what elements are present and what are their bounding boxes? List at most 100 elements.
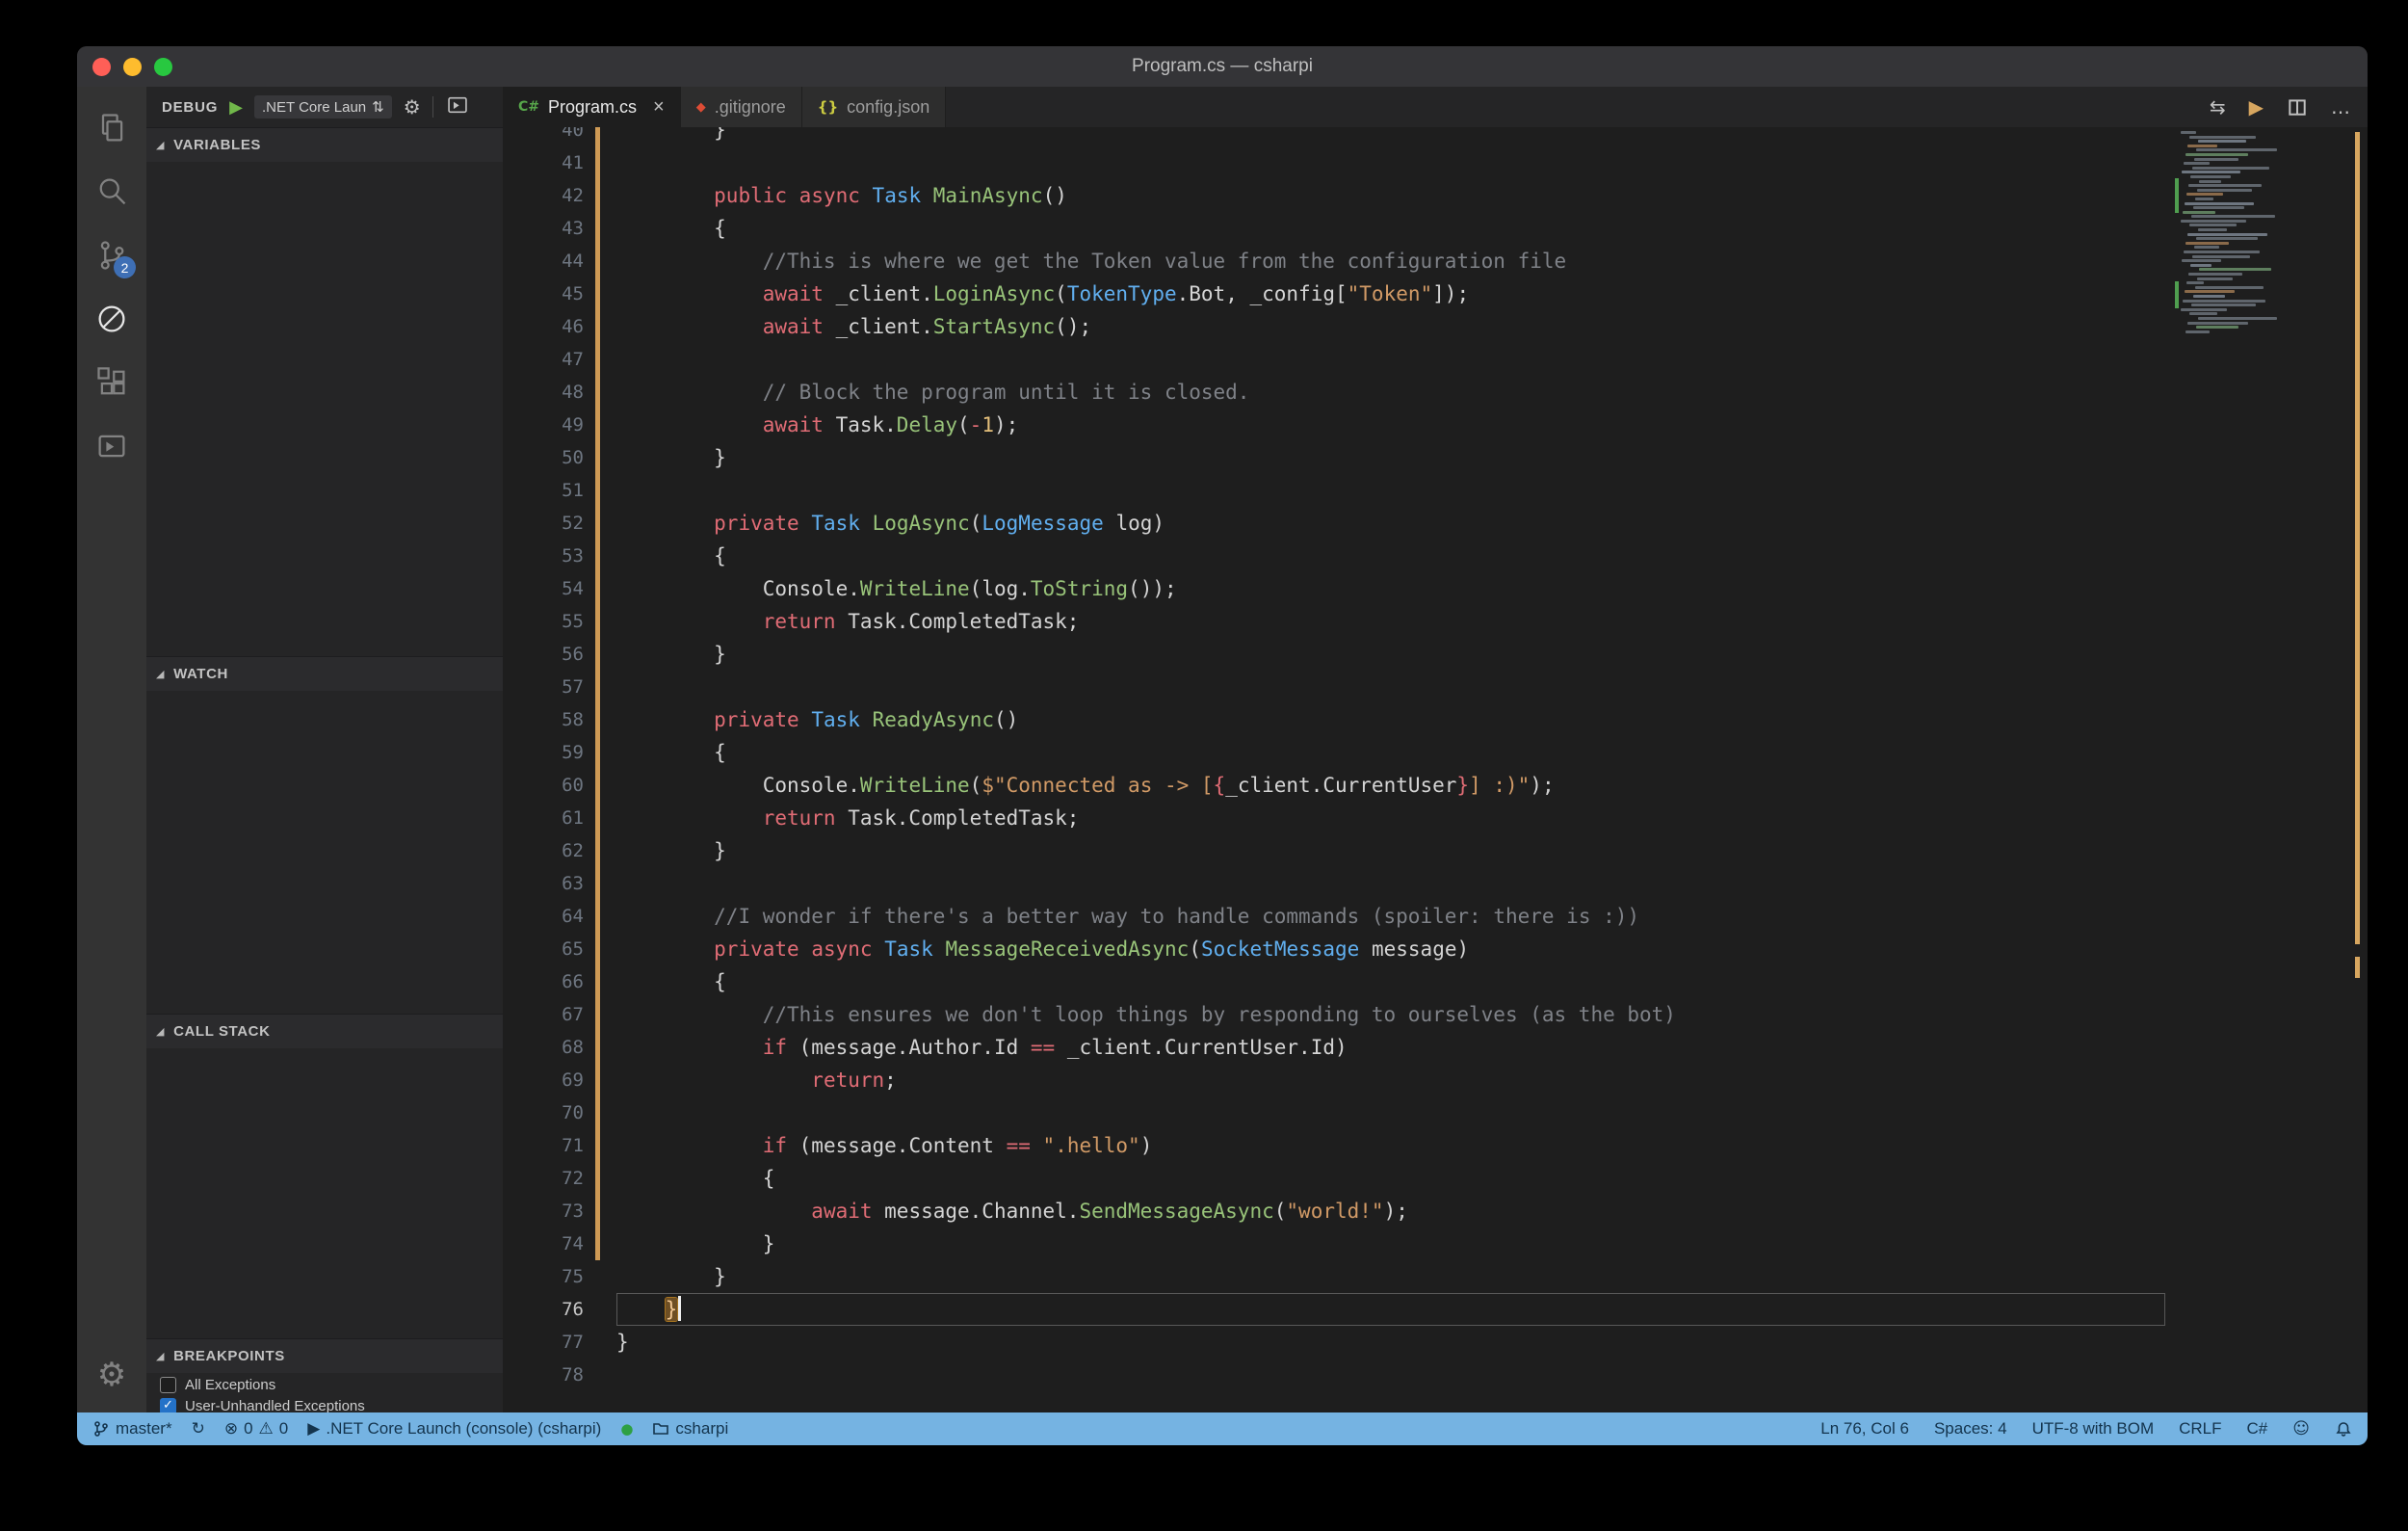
code-line-62[interactable]: 62 } bbox=[503, 834, 2368, 867]
sync-changes-icon[interactable]: ↻ bbox=[192, 1419, 205, 1439]
code-line-41[interactable]: 41 bbox=[503, 146, 2368, 179]
feedback-smiley-icon[interactable]: ☺ bbox=[2292, 1419, 2310, 1439]
code-line-52[interactable]: 52 private Task LogAsync(LogMessage log) bbox=[503, 507, 2368, 540]
code-line-53[interactable]: 53 { bbox=[503, 540, 2368, 572]
overview-ruler-mark bbox=[2355, 957, 2360, 978]
run-file-icon[interactable]: ▶ bbox=[2249, 95, 2264, 119]
code-text: return Task.CompletedTask; bbox=[616, 802, 1079, 834]
code-line-64[interactable]: 64 //I wonder if there's a better way to… bbox=[503, 900, 2368, 933]
code-text: await Task.Delay(-1); bbox=[616, 409, 1018, 441]
extensions-icon[interactable] bbox=[81, 351, 143, 414]
zoom-window-button[interactable] bbox=[154, 58, 172, 76]
cursor-position-status[interactable]: Ln 76, Col 6 bbox=[1820, 1419, 1909, 1439]
open-debug-console-icon[interactable] bbox=[445, 92, 470, 122]
code-line-42[interactable]: 42 public async Task MainAsync() bbox=[503, 179, 2368, 212]
close-tab-icon[interactable]: × bbox=[653, 96, 665, 119]
code-line-45[interactable]: 45 await _client.LoginAsync(TokenType.Bo… bbox=[503, 277, 2368, 310]
code-line-68[interactable]: 68 if (message.Author.Id == _client.Curr… bbox=[503, 1031, 2368, 1064]
section-label: VARIABLES bbox=[173, 137, 261, 153]
code-line-51[interactable]: 51 bbox=[503, 474, 2368, 507]
watch-section-header[interactable]: ◢ WATCH bbox=[146, 656, 503, 691]
call-stack-section-header[interactable]: ◢ CALL STACK bbox=[146, 1014, 503, 1048]
code-line-73[interactable]: 73 await message.Channel.SendMessageAsyn… bbox=[503, 1195, 2368, 1227]
indentation-status[interactable]: Spaces: 4 bbox=[1934, 1419, 2007, 1439]
code-line-67[interactable]: 67 //This ensures we don't loop things b… bbox=[503, 998, 2368, 1031]
eol-status[interactable]: CRLF bbox=[2179, 1419, 2221, 1439]
breakpoint-item-all-exceptions[interactable]: All Exceptions bbox=[146, 1375, 503, 1394]
configure-launch-gear-icon[interactable]: ⚙ bbox=[404, 95, 421, 119]
code-line-46[interactable]: 46 await _client.StartAsync(); bbox=[503, 310, 2368, 343]
launch-configuration-value: .NET Core Laun bbox=[262, 99, 366, 116]
code-line-57[interactable]: 57 bbox=[503, 671, 2368, 703]
code-line-56[interactable]: 56 } bbox=[503, 638, 2368, 671]
encoding-status[interactable]: UTF-8 with BOM bbox=[2032, 1419, 2155, 1439]
code-line-60[interactable]: 60 Console.WriteLine($"Connected as -> [… bbox=[503, 769, 2368, 802]
code-line-69[interactable]: 69 return; bbox=[503, 1064, 2368, 1096]
code-line-66[interactable]: 66 { bbox=[503, 965, 2368, 998]
code-line-77[interactable]: 77} bbox=[503, 1326, 2368, 1359]
explorer-icon[interactable] bbox=[81, 96, 143, 160]
search-icon[interactable] bbox=[81, 160, 143, 224]
source-control-icon[interactable]: 2 bbox=[81, 224, 143, 287]
collapse-triangle-icon: ◢ bbox=[156, 1350, 165, 1362]
tab-gitignore[interactable]: ◆ .gitignore bbox=[681, 87, 802, 127]
code-line-44[interactable]: 44 //This is where we get the Token valu… bbox=[503, 245, 2368, 277]
settings-gear-icon[interactable]: ⚙ bbox=[81, 1351, 143, 1399]
code-line-71[interactable]: 71 if (message.Content == ".hello") bbox=[503, 1129, 2368, 1162]
code-line-48[interactable]: 48 // Block the program until it is clos… bbox=[503, 376, 2368, 409]
code-line-55[interactable]: 55 return Task.CompletedTask; bbox=[503, 605, 2368, 638]
code-line-50[interactable]: 50 } bbox=[503, 441, 2368, 474]
code-line-49[interactable]: 49 await Task.Delay(-1); bbox=[503, 409, 2368, 441]
breakpoints-section-header[interactable]: ◢ BREAKPOINTS bbox=[146, 1338, 503, 1373]
launch-configuration-select[interactable]: .NET Core Laun ⇅ bbox=[254, 95, 392, 119]
debug-console-panel-icon[interactable] bbox=[81, 414, 143, 478]
code-line-74[interactable]: 74 } bbox=[503, 1227, 2368, 1260]
code-editor[interactable]: 40 }4142 public async Task MainAsync()43… bbox=[503, 127, 2368, 1412]
all-exceptions-checkbox[interactable] bbox=[160, 1377, 176, 1393]
code-line-54[interactable]: 54 Console.WriteLine(log.ToString()); bbox=[503, 572, 2368, 605]
close-window-button[interactable] bbox=[92, 58, 111, 76]
compare-changes-icon[interactable]: ⇆ bbox=[2210, 95, 2226, 119]
code-line-40[interactable]: 40 } bbox=[503, 127, 2368, 146]
collapse-triangle-icon: ◢ bbox=[156, 139, 165, 151]
launch-config-name: .NET Core Launch (console) (csharpi) bbox=[326, 1419, 601, 1439]
code-line-72[interactable]: 72 { bbox=[503, 1162, 2368, 1195]
code-line-61[interactable]: 61 return Task.CompletedTask; bbox=[503, 802, 2368, 834]
notifications-bell-icon[interactable] bbox=[2335, 1420, 2352, 1438]
git-branch-status[interactable]: master* bbox=[92, 1419, 172, 1439]
workspace-status[interactable]: csharpi bbox=[652, 1419, 728, 1439]
code-line-47[interactable]: 47 bbox=[503, 343, 2368, 376]
user-unhandled-exceptions-checkbox[interactable] bbox=[160, 1398, 176, 1413]
code-line-65[interactable]: 65 private async Task MessageReceivedAsy… bbox=[503, 933, 2368, 965]
line-number: 61 bbox=[503, 802, 584, 834]
tab-label: Program.cs bbox=[548, 97, 637, 118]
tab-config-json[interactable]: {} config.json bbox=[802, 87, 946, 127]
warning-count: 0 bbox=[279, 1419, 288, 1439]
start-debugging-button[interactable]: ▶ bbox=[229, 97, 243, 118]
code-line-43[interactable]: 43 { bbox=[503, 212, 2368, 245]
code-line-78[interactable]: 78 bbox=[503, 1359, 2368, 1391]
vscode-window: Program.cs — csharpi 2 bbox=[77, 46, 2368, 1445]
code-text: if (message.Content == ".hello") bbox=[616, 1129, 1152, 1162]
code-line-75[interactable]: 75 } bbox=[503, 1260, 2368, 1293]
minimap[interactable] bbox=[2177, 131, 2319, 334]
line-number: 40 bbox=[503, 127, 584, 146]
tab-program-cs[interactable]: C# Program.cs × bbox=[503, 87, 681, 127]
problems-status[interactable]: ⊗ 0 ⚠ 0 bbox=[224, 1419, 288, 1439]
minimize-window-button[interactable] bbox=[123, 58, 142, 76]
more-actions-icon[interactable]: … bbox=[2331, 95, 2350, 119]
code-line-58[interactable]: 58 private Task ReadyAsync() bbox=[503, 703, 2368, 736]
code-line-76[interactable]: 76 } bbox=[503, 1293, 2368, 1326]
code-text: } bbox=[616, 1293, 681, 1326]
code-line-59[interactable]: 59 { bbox=[503, 736, 2368, 769]
code-line-63[interactable]: 63 bbox=[503, 867, 2368, 900]
launch-config-status[interactable]: ▶ .NET Core Launch (console) (csharpi) bbox=[307, 1419, 601, 1439]
language-mode-status[interactable]: C# bbox=[2247, 1419, 2268, 1439]
breakpoint-item-user-unhandled[interactable]: User-Unhandled Exceptions bbox=[146, 1396, 503, 1412]
line-number: 44 bbox=[503, 245, 584, 277]
error-icon: ⊗ bbox=[224, 1419, 238, 1439]
variables-section-header[interactable]: ◢ VARIABLES bbox=[146, 127, 503, 162]
code-line-70[interactable]: 70 bbox=[503, 1096, 2368, 1129]
debug-icon[interactable] bbox=[81, 287, 143, 351]
split-editor-icon[interactable] bbox=[2287, 96, 2308, 118]
